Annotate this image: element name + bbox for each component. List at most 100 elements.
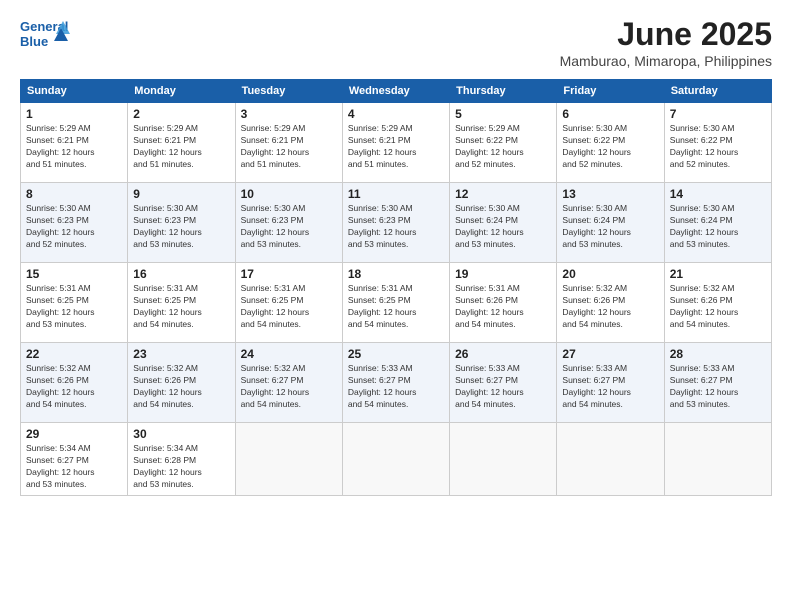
- day-info: Sunrise: 5:30 AM Sunset: 6:24 PM Dayligh…: [455, 203, 551, 251]
- table-cell: 7 Sunrise: 5:30 AM Sunset: 6:22 PM Daylig…: [664, 103, 771, 183]
- table-cell: [450, 423, 557, 496]
- day-info: Sunrise: 5:29 AM Sunset: 6:21 PM Dayligh…: [241, 123, 337, 171]
- title-block: June 2025 Mamburao, Mimaropa, Philippine…: [560, 16, 772, 69]
- table-cell: 23 Sunrise: 5:32 AM Sunset: 6:26 PM Dayli…: [128, 343, 235, 423]
- page: General Blue June 2025 Mamburao, Mimarop…: [0, 0, 792, 612]
- day-info: Sunrise: 5:33 AM Sunset: 6:27 PM Dayligh…: [455, 363, 551, 411]
- day-number: 20: [562, 267, 658, 281]
- table-cell: 15 Sunrise: 5:31 AM Sunset: 6:25 PM Dayli…: [21, 263, 128, 343]
- col-monday: Monday: [128, 80, 235, 103]
- week-row-3: 15 Sunrise: 5:31 AM Sunset: 6:25 PM Dayli…: [21, 263, 772, 343]
- day-info: Sunrise: 5:30 AM Sunset: 6:24 PM Dayligh…: [670, 203, 766, 251]
- col-sunday: Sunday: [21, 80, 128, 103]
- table-cell: 10Sunrise: 5:30 AM Sunset: 6:23 PM Dayli…: [235, 183, 342, 263]
- table-cell: 17 Sunrise: 5:31 AM Sunset: 6:25 PM Dayli…: [235, 263, 342, 343]
- calendar-table: Sunday Monday Tuesday Wednesday Thursday…: [20, 79, 772, 496]
- table-cell: 14 Sunrise: 5:30 AM Sunset: 6:24 PM Dayli…: [664, 183, 771, 263]
- day-number: 12: [455, 187, 551, 201]
- svg-text:Blue: Blue: [20, 34, 48, 49]
- col-tuesday: Tuesday: [235, 80, 342, 103]
- table-cell: [664, 423, 771, 496]
- day-info: Sunrise: 5:30 AM Sunset: 6:22 PM Dayligh…: [670, 123, 766, 171]
- month-title: June 2025: [560, 16, 772, 53]
- day-info: Sunrise: 5:31 AM Sunset: 6:25 PM Dayligh…: [26, 283, 122, 331]
- day-info: Sunrise: 5:29 AM Sunset: 6:21 PM Dayligh…: [133, 123, 229, 171]
- header: General Blue June 2025 Mamburao, Mimarop…: [20, 16, 772, 69]
- table-cell: 29 Sunrise: 5:34 AM Sunset: 6:27 PM Dayli…: [21, 423, 128, 496]
- day-number: 24: [241, 347, 337, 361]
- table-cell: 3 Sunrise: 5:29 AM Sunset: 6:21 PM Daylig…: [235, 103, 342, 183]
- day-info: Sunrise: 5:30 AM Sunset: 6:23 PM Dayligh…: [26, 203, 122, 251]
- day-number: 11: [348, 187, 444, 201]
- table-cell: 26 Sunrise: 5:33 AM Sunset: 6:27 PM Dayli…: [450, 343, 557, 423]
- col-friday: Friday: [557, 80, 664, 103]
- table-cell: 5Sunrise: 5:29 AM Sunset: 6:22 PM Daylig…: [450, 103, 557, 183]
- table-cell: [342, 423, 449, 496]
- location: Mamburao, Mimaropa, Philippines: [560, 53, 772, 69]
- col-wednesday: Wednesday: [342, 80, 449, 103]
- day-number: 19: [455, 267, 551, 281]
- table-cell: 9 Sunrise: 5:30 AM Sunset: 6:23 PM Daylig…: [128, 183, 235, 263]
- table-cell: 6Sunrise: 5:30 AM Sunset: 6:22 PM Daylig…: [557, 103, 664, 183]
- day-number: 6: [562, 107, 658, 121]
- day-info: Sunrise: 5:31 AM Sunset: 6:25 PM Dayligh…: [241, 283, 337, 331]
- day-number: 10: [241, 187, 337, 201]
- day-info: Sunrise: 5:33 AM Sunset: 6:27 PM Dayligh…: [348, 363, 444, 411]
- day-number: 8: [26, 187, 122, 201]
- table-cell: [557, 423, 664, 496]
- week-row-1: 1Sunrise: 5:29 AM Sunset: 6:21 PM Daylig…: [21, 103, 772, 183]
- calendar-header-row: Sunday Monday Tuesday Wednesday Thursday…: [21, 80, 772, 103]
- day-number: 16: [133, 267, 229, 281]
- table-cell: 24 Sunrise: 5:32 AM Sunset: 6:27 PM Dayli…: [235, 343, 342, 423]
- table-cell: [235, 423, 342, 496]
- day-number: 3: [241, 107, 337, 121]
- day-number: 30: [133, 427, 229, 441]
- day-info: Sunrise: 5:32 AM Sunset: 6:26 PM Dayligh…: [133, 363, 229, 411]
- day-info: Sunrise: 5:34 AM Sunset: 6:28 PM Dayligh…: [133, 443, 229, 491]
- day-info: Sunrise: 5:33 AM Sunset: 6:27 PM Dayligh…: [670, 363, 766, 411]
- day-info: Sunrise: 5:30 AM Sunset: 6:23 PM Dayligh…: [348, 203, 444, 251]
- table-cell: 22 Sunrise: 5:32 AM Sunset: 6:26 PM Dayli…: [21, 343, 128, 423]
- table-cell: 13Sunrise: 5:30 AM Sunset: 6:24 PM Dayli…: [557, 183, 664, 263]
- day-number: 25: [348, 347, 444, 361]
- table-cell: 30 Sunrise: 5:34 AM Sunset: 6:28 PM Dayli…: [128, 423, 235, 496]
- day-number: 21: [670, 267, 766, 281]
- table-cell: 20 Sunrise: 5:32 AM Sunset: 6:26 PM Dayli…: [557, 263, 664, 343]
- day-info: Sunrise: 5:31 AM Sunset: 6:26 PM Dayligh…: [455, 283, 551, 331]
- col-thursday: Thursday: [450, 80, 557, 103]
- table-cell: 16 Sunrise: 5:31 AM Sunset: 6:25 PM Dayli…: [128, 263, 235, 343]
- week-row-2: 8 Sunrise: 5:30 AM Sunset: 6:23 PM Daylig…: [21, 183, 772, 263]
- day-info: Sunrise: 5:32 AM Sunset: 6:26 PM Dayligh…: [26, 363, 122, 411]
- day-info: Sunrise: 5:29 AM Sunset: 6:21 PM Dayligh…: [348, 123, 444, 171]
- day-number: 15: [26, 267, 122, 281]
- day-number: 9: [133, 187, 229, 201]
- day-info: Sunrise: 5:30 AM Sunset: 6:24 PM Dayligh…: [562, 203, 658, 251]
- table-cell: 11 Sunrise: 5:30 AM Sunset: 6:23 PM Dayli…: [342, 183, 449, 263]
- day-number: 7: [670, 107, 766, 121]
- day-info: Sunrise: 5:32 AM Sunset: 6:26 PM Dayligh…: [562, 283, 658, 331]
- week-row-4: 22 Sunrise: 5:32 AM Sunset: 6:26 PM Dayli…: [21, 343, 772, 423]
- day-number: 18: [348, 267, 444, 281]
- day-number: 5: [455, 107, 551, 121]
- table-cell: 8 Sunrise: 5:30 AM Sunset: 6:23 PM Daylig…: [21, 183, 128, 263]
- day-info: Sunrise: 5:34 AM Sunset: 6:27 PM Dayligh…: [26, 443, 122, 491]
- day-number: 29: [26, 427, 122, 441]
- day-info: Sunrise: 5:31 AM Sunset: 6:25 PM Dayligh…: [348, 283, 444, 331]
- day-number: 14: [670, 187, 766, 201]
- table-cell: 25 Sunrise: 5:33 AM Sunset: 6:27 PM Dayli…: [342, 343, 449, 423]
- day-number: 17: [241, 267, 337, 281]
- day-number: 23: [133, 347, 229, 361]
- table-cell: 1Sunrise: 5:29 AM Sunset: 6:21 PM Daylig…: [21, 103, 128, 183]
- day-info: Sunrise: 5:31 AM Sunset: 6:25 PM Dayligh…: [133, 283, 229, 331]
- day-info: Sunrise: 5:33 AM Sunset: 6:27 PM Dayligh…: [562, 363, 658, 411]
- day-number: 28: [670, 347, 766, 361]
- logo-icon: General Blue: [20, 16, 70, 56]
- logo: General Blue: [20, 16, 70, 56]
- day-number: 26: [455, 347, 551, 361]
- table-cell: 27Sunrise: 5:33 AM Sunset: 6:27 PM Dayli…: [557, 343, 664, 423]
- day-number: 22: [26, 347, 122, 361]
- table-cell: 18 Sunrise: 5:31 AM Sunset: 6:25 PM Dayli…: [342, 263, 449, 343]
- day-info: Sunrise: 5:30 AM Sunset: 6:23 PM Dayligh…: [133, 203, 229, 251]
- day-info: Sunrise: 5:32 AM Sunset: 6:27 PM Dayligh…: [241, 363, 337, 411]
- day-number: 2: [133, 107, 229, 121]
